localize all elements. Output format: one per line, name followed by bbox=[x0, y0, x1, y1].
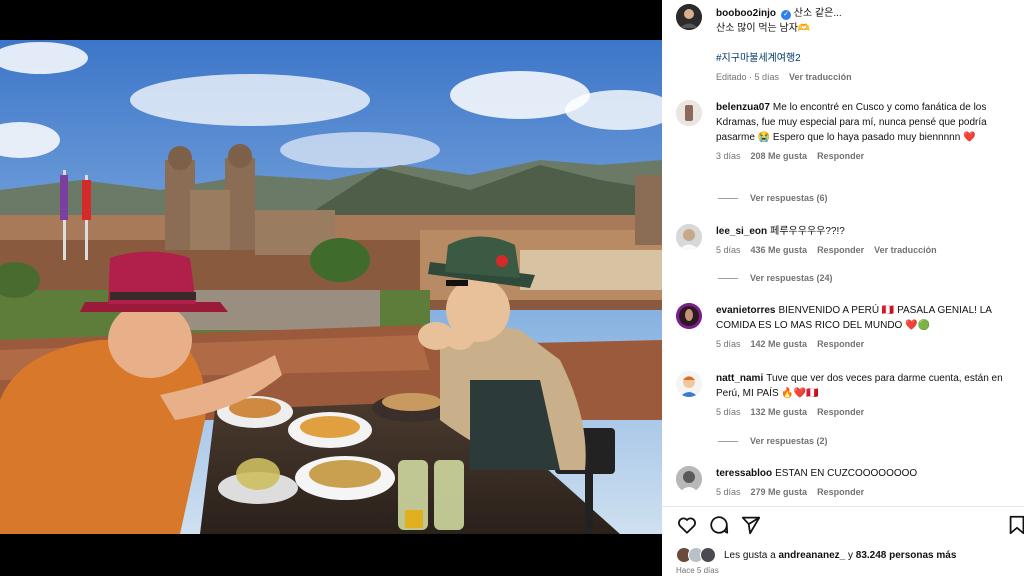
view-replies-button[interactable]: Ver respuestas (24) bbox=[718, 273, 833, 283]
comment-username[interactable]: belenzua07 bbox=[716, 102, 770, 113]
caption-hashtag[interactable]: #지구마불세계여행2 bbox=[716, 51, 1016, 66]
comment-text: 페루우우우우??!? bbox=[770, 226, 845, 237]
reply-button[interactable]: Responder bbox=[817, 487, 864, 497]
heart-icon[interactable] bbox=[676, 514, 698, 536]
comment-likes[interactable]: 132 Me gusta bbox=[751, 407, 808, 417]
comment-likes[interactable]: 279 Me gusta bbox=[751, 487, 808, 497]
comment-username[interactable]: natt_nami bbox=[716, 373, 763, 384]
instagram-post-view: booboo2injo ✓ 산소 같은... 산소 많이 먹는 남자🫶 #지구마불… bbox=[0, 0, 1024, 576]
view-replies-label: Ver respuestas (6) bbox=[750, 193, 828, 203]
view-replies-label: Ver respuestas (24) bbox=[750, 273, 833, 283]
comment-text: ESTAN EN CUZCOOOOOOOO bbox=[775, 468, 918, 479]
see-translation-button[interactable]: Ver traducción bbox=[789, 72, 852, 82]
reply-button[interactable]: Responder bbox=[817, 339, 864, 349]
cusco-rooftop-photo bbox=[0, 40, 662, 534]
edited-label: Editado · 5 días bbox=[716, 72, 780, 82]
post-actions bbox=[676, 514, 1024, 538]
commenter-avatar[interactable] bbox=[676, 371, 702, 397]
caption-text: booboo2injo ✓ 산소 같은... 산소 많이 먹는 남자🫶 #지구마불… bbox=[716, 6, 1016, 85]
post-photo[interactable] bbox=[0, 40, 662, 534]
likes-count[interactable]: 83.248 personas más bbox=[856, 550, 957, 561]
comment-icon[interactable] bbox=[708, 514, 730, 536]
comment-username[interactable]: lee_si_eon bbox=[716, 226, 767, 237]
comment-meta: 3 días 208 Me gusta Responder bbox=[716, 149, 1016, 164]
comment-time: 5 días bbox=[716, 245, 741, 255]
comment-body: belenzua07 Me lo encontré en Cusco y como… bbox=[716, 100, 1016, 164]
comment-time: 5 días bbox=[716, 339, 741, 349]
comment-time: 3 días bbox=[716, 151, 741, 161]
comment-body: teressabloo ESTAN EN CUZCOOOOOOOO 5 días 2… bbox=[716, 466, 1016, 500]
verified-icon: ✓ bbox=[781, 10, 791, 20]
actions-divider bbox=[662, 506, 1024, 507]
comment-body: evanietorres BIENVENIDO A PERÚ 🇵🇪 PASALA … bbox=[716, 303, 1016, 352]
reply-button[interactable]: Responder bbox=[817, 245, 864, 255]
comment-meta: 5 días 142 Me gusta Responder bbox=[716, 337, 1016, 352]
share-icon[interactable] bbox=[740, 514, 762, 536]
comment-meta: 5 días 436 Me gusta Responder Ver traducció… bbox=[716, 243, 1016, 258]
likes-summary: Les gusta a andreananez_ y 83.248 person… bbox=[676, 547, 956, 563]
commenter-avatar[interactable] bbox=[676, 303, 702, 329]
comment-likes[interactable]: 436 Me gusta bbox=[751, 245, 808, 255]
liker-avatars bbox=[676, 547, 718, 563]
comment-time: 5 días bbox=[716, 407, 741, 417]
comment-meta: 5 días 279 Me gusta Responder bbox=[716, 485, 1016, 500]
likes-and: y bbox=[847, 549, 853, 561]
post-time: Hace 5 días bbox=[676, 566, 719, 575]
caption-meta: Editado · 5 días Ver traducción bbox=[716, 70, 1016, 85]
author-username[interactable]: booboo2injo bbox=[716, 8, 776, 19]
comment-username[interactable]: evanietorres bbox=[716, 305, 775, 316]
post-media bbox=[0, 0, 662, 576]
comment-body: natt_nami Tuve que ver dos veces para dar… bbox=[716, 371, 1016, 420]
reply-button[interactable]: Responder bbox=[817, 151, 864, 161]
commenter-avatar[interactable] bbox=[676, 100, 702, 126]
comment-heart: ❤️ bbox=[963, 132, 976, 143]
comment-username[interactable]: teressabloo bbox=[716, 468, 772, 479]
likes-user[interactable]: andreananez_ bbox=[779, 550, 846, 561]
reply-button[interactable]: Responder bbox=[817, 407, 864, 417]
commenter-avatar[interactable] bbox=[676, 224, 702, 250]
comment-body: lee_si_eon 페루우우우우??!? 5 días 436 Me gusta R… bbox=[716, 224, 1016, 258]
likes-prefix: Les gusta a bbox=[724, 549, 776, 561]
caption-line-1: 산소 같은... bbox=[793, 8, 842, 19]
commenter-avatar[interactable] bbox=[676, 466, 702, 492]
caption-line-2: 산소 많이 먹는 남자🫶 bbox=[716, 23, 811, 34]
comment-likes[interactable]: 142 Me gusta bbox=[751, 339, 808, 349]
view-replies-button[interactable]: Ver respuestas (2) bbox=[718, 436, 828, 446]
view-replies-label: Ver respuestas (2) bbox=[750, 436, 828, 446]
comments-list[interactable]: booboo2injo ✓ 산소 같은... 산소 많이 먹는 남자🫶 #지구마불… bbox=[662, 0, 1024, 506]
post-sidebar: booboo2injo ✓ 산소 같은... 산소 많이 먹는 남자🫶 #지구마불… bbox=[662, 0, 1024, 576]
view-replies-button[interactable]: Ver respuestas (6) bbox=[718, 193, 828, 203]
comment-likes[interactable]: 208 Me gusta bbox=[751, 151, 808, 161]
see-translation-button[interactable]: Ver traducción bbox=[874, 245, 937, 255]
author-avatar[interactable] bbox=[676, 4, 702, 30]
comment-meta: 5 días 132 Me gusta Responder bbox=[716, 405, 1016, 420]
comment-time: 5 días bbox=[716, 487, 741, 497]
bookmark-icon[interactable] bbox=[1006, 514, 1024, 536]
